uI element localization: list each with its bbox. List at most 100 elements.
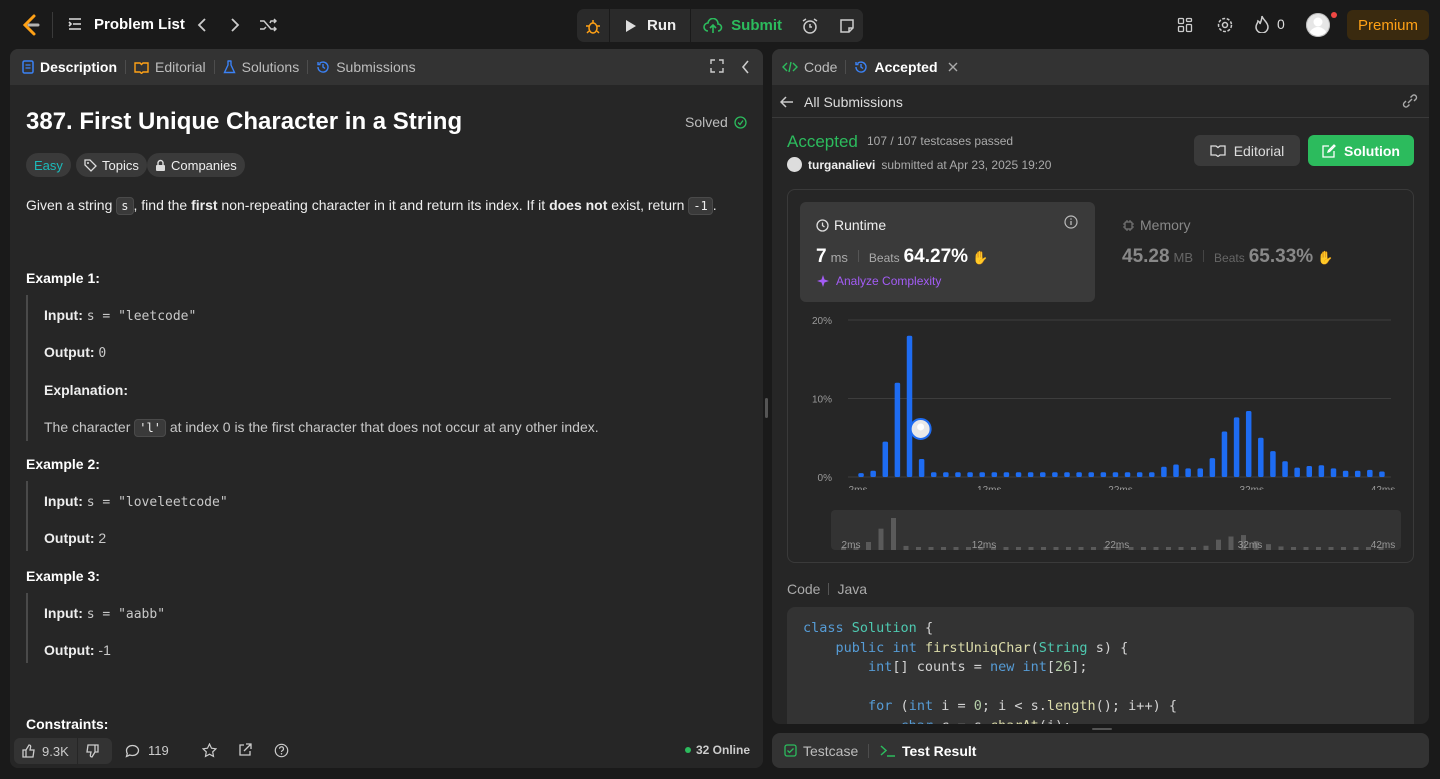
chart-bar[interactable] [894, 382, 901, 477]
back-to-submissions[interactable]: All Submissions [780, 94, 903, 110]
chart-bar[interactable] [1136, 472, 1143, 477]
tab-editorial[interactable]: Editorial [126, 49, 214, 85]
chart-bar[interactable] [1149, 472, 1155, 477]
runtime-card[interactable]: Runtime 7 ms Beats 64.27% ✋ Analyze Comp… [800, 202, 1095, 302]
editorial-button[interactable]: Editorial [1194, 135, 1300, 166]
runtime-info-button[interactable] [1064, 215, 1078, 229]
leetcode-logo[interactable] [20, 13, 42, 37]
chart-bar[interactable] [1367, 469, 1373, 477]
chart-bar[interactable] [1197, 468, 1203, 477]
memory-card[interactable]: Memory 45.28 MB Beats 65.33% ✋ [1110, 202, 1400, 302]
chart-bar[interactable] [858, 473, 864, 477]
chart-bar[interactable] [1294, 467, 1300, 477]
chart-bar[interactable] [1027, 472, 1034, 477]
chart-bar[interactable] [1112, 472, 1119, 477]
timer-button[interactable] [793, 9, 826, 42]
chart-bar[interactable] [1088, 472, 1094, 477]
tab-solutions[interactable]: Solutions [215, 49, 308, 85]
notes-button[interactable] [830, 9, 863, 42]
chart-bar[interactable] [1342, 470, 1349, 477]
streak-counter[interactable]: 0 [1255, 15, 1285, 33]
runtime-distribution-chart[interactable]: 20% 10% 0% 2ms 12ms 22ms 32ms 42ms [788, 310, 1413, 490]
vertical-resize-handle[interactable] [1092, 728, 1112, 730]
favorite-button[interactable] [202, 743, 217, 758]
chart-bar[interactable] [1124, 472, 1131, 477]
help-button[interactable] [274, 743, 289, 758]
chart-bar[interactable] [991, 472, 998, 477]
chart-bar[interactable] [1185, 468, 1191, 477]
fullscreen-button[interactable] [710, 59, 724, 73]
analyze-complexity-button[interactable]: Analyze Complexity [816, 274, 941, 288]
share-button[interactable] [238, 743, 252, 757]
chart-bar[interactable] [1233, 417, 1240, 477]
code-label: Code [787, 581, 821, 597]
bug-icon [586, 19, 600, 34]
debug-button[interactable] [577, 9, 609, 42]
chart-bar[interactable] [1076, 472, 1082, 477]
chart-bar[interactable] [1258, 437, 1264, 477]
companies-button[interactable]: Companies [147, 153, 245, 177]
chart-bar[interactable] [918, 458, 925, 477]
chart-bar[interactable] [955, 472, 961, 477]
chart-bar[interactable] [1003, 472, 1010, 477]
chart-bar[interactable] [1379, 471, 1385, 477]
next-problem-button[interactable] [220, 10, 250, 40]
random-problem-button[interactable] [253, 10, 283, 40]
dislike-button[interactable] [78, 738, 106, 764]
code-block[interactable]: class Solution { public int firstUniqCha… [787, 607, 1414, 724]
chart-bar[interactable] [1173, 464, 1179, 477]
chart-bar[interactable] [1064, 472, 1070, 477]
tab-accepted[interactable]: Accepted [846, 49, 965, 85]
chart-bar[interactable] [979, 472, 985, 477]
example-2-title: Example 2: [26, 456, 100, 472]
tab-submissions[interactable]: Submissions [308, 49, 423, 85]
copy-link-button[interactable] [1401, 94, 1419, 108]
chart-bar[interactable] [1100, 472, 1107, 477]
chart-bar[interactable] [882, 441, 889, 477]
settings-button[interactable] [1210, 10, 1240, 40]
submitter-name[interactable]: turganalievi [808, 158, 875, 172]
chart-bar[interactable] [1221, 431, 1228, 477]
desc-text: exist, return [607, 197, 689, 213]
tab-testcase[interactable]: Testcase [776, 733, 866, 768]
chart-bar[interactable] [870, 470, 876, 477]
comments-button[interactable]: 119 [125, 743, 169, 758]
code-line: for (int i = 0; i < s.length(); i++) { [868, 698, 1177, 714]
tab-description[interactable]: Description [10, 49, 125, 85]
chart-bar[interactable] [1270, 451, 1276, 477]
topics-button[interactable]: Topics [76, 153, 147, 177]
tab-test-result[interactable]: Test Result [872, 733, 984, 768]
chart-bar[interactable] [1354, 470, 1361, 477]
chart-bar[interactable] [1161, 466, 1167, 477]
close-icon[interactable] [948, 62, 958, 72]
chart-bar[interactable] [1306, 466, 1313, 477]
problem-list-button[interactable]: Problem List [66, 15, 185, 33]
premium-button[interactable]: Premium [1347, 10, 1429, 40]
chart-range-slider[interactable]: 2ms 12ms 22ms 32ms 42ms [831, 510, 1401, 550]
submit-button[interactable]: Submit [691, 9, 794, 42]
run-button[interactable]: Run [610, 9, 690, 42]
chart-bar[interactable] [1282, 461, 1288, 477]
chart-bar[interactable] [1040, 472, 1046, 477]
collapse-button[interactable] [741, 60, 750, 74]
chart-bar[interactable] [943, 472, 949, 477]
avatar[interactable] [1306, 13, 1330, 37]
chart-bar[interactable] [906, 335, 913, 477]
solution-button[interactable]: Solution [1308, 135, 1414, 166]
panel-resize-handle[interactable] [765, 398, 768, 418]
chart-bar[interactable] [967, 472, 973, 477]
like-button[interactable]: 9.3K [14, 738, 77, 764]
chart-bar[interactable] [1052, 472, 1058, 477]
difficulty-badge[interactable]: Easy [26, 153, 71, 177]
chart-bar[interactable] [1330, 468, 1337, 477]
overview-bar [891, 518, 896, 550]
layout-button[interactable] [1170, 10, 1200, 40]
chart-bar[interactable] [1015, 472, 1022, 477]
chart-bar[interactable] [1318, 465, 1325, 477]
prev-problem-button[interactable] [187, 10, 217, 40]
tab-code[interactable]: Code [772, 49, 845, 85]
chart-bar[interactable] [1209, 458, 1216, 477]
expand-icon [710, 59, 724, 73]
chart-bar[interactable] [1245, 411, 1252, 477]
chart-bar[interactable] [930, 472, 937, 477]
